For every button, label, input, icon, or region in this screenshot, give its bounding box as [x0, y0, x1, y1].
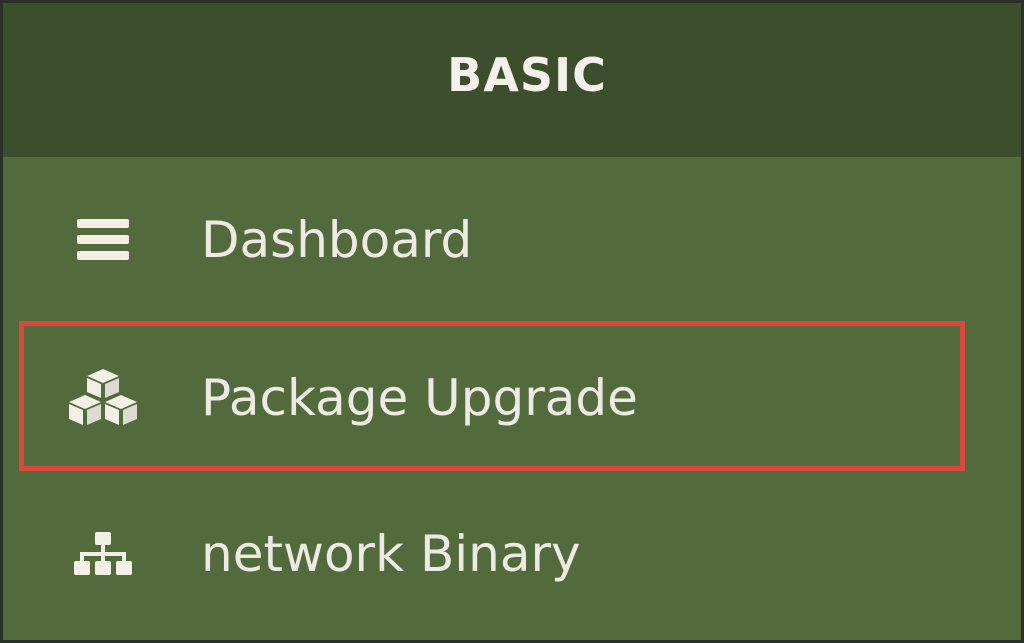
- sidebar-item-label: Dashboard: [201, 211, 473, 269]
- sidebar-item-label: Package Upgrade: [201, 369, 638, 427]
- section-title: BASIC: [447, 48, 607, 102]
- sidebar-item-network-binary[interactable]: network Binary: [3, 479, 1021, 629]
- sidebar-item-package-upgrade[interactable]: Package Upgrade: [3, 323, 1021, 473]
- sitemap-icon: [65, 524, 141, 584]
- sidebar-item-dashboard[interactable]: Dashboard: [3, 165, 1021, 315]
- sidebar-item-label: network Binary: [201, 525, 581, 583]
- sidebar-header: BASIC: [3, 3, 1021, 157]
- bars-icon: [65, 210, 141, 270]
- cubes-icon: [65, 368, 141, 428]
- sidebar-panel: BASIC Dashboard Package Upgrade network …: [0, 0, 1024, 643]
